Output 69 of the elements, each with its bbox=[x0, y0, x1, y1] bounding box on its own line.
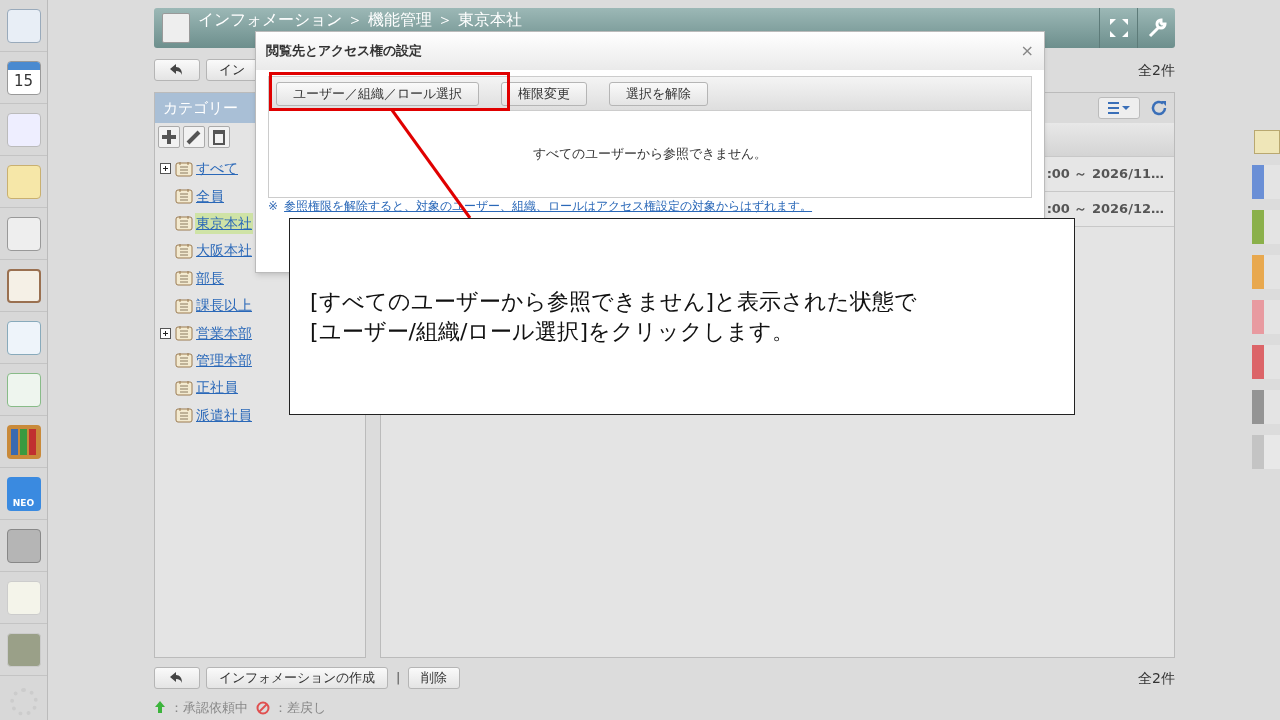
total-count: 全2件 bbox=[1138, 60, 1175, 80]
notepad-icon bbox=[175, 325, 193, 342]
expand-icon[interactable] bbox=[160, 327, 171, 339]
create-button[interactable]: インフォメーションの作成 bbox=[206, 667, 388, 689]
breadcrumb: インフォメーション ＞ 機能管理 ＞ 東京本社 bbox=[198, 11, 524, 29]
notepad-icon bbox=[175, 188, 193, 205]
notepad-icon bbox=[175, 379, 193, 396]
dialog-button[interactable]: ユーザー／組織／ロール選択 bbox=[276, 81, 479, 106]
category-link[interactable]: 大阪本社 bbox=[195, 240, 253, 262]
back-arrow-icon bbox=[170, 672, 184, 684]
dialog-button[interactable]: 権限変更 bbox=[501, 81, 587, 106]
color-tab[interactable] bbox=[1252, 210, 1280, 244]
category-link[interactable]: 営業本部 bbox=[195, 322, 253, 344]
dialog-title: 閲覧先とアクセス権の設定 bbox=[266, 42, 423, 61]
add-icon bbox=[159, 127, 179, 147]
back-button[interactable] bbox=[154, 667, 200, 689]
up-arrow-icon bbox=[154, 700, 166, 715]
add-button[interactable] bbox=[158, 126, 180, 148]
notepad-icon bbox=[175, 297, 193, 314]
category-link[interactable]: 正社員 bbox=[195, 377, 239, 399]
notepad-icon bbox=[175, 407, 193, 424]
period-cell-text: :00 ～ 2026/12… bbox=[1046, 200, 1164, 219]
category-link[interactable]: 派遣社員 bbox=[195, 404, 253, 426]
notepad-icon bbox=[175, 270, 193, 287]
notepad-icon bbox=[175, 160, 193, 177]
color-tab[interactable] bbox=[1252, 390, 1280, 424]
delete-button[interactable]: 削除 bbox=[408, 667, 461, 689]
photo-placeholder[interactable] bbox=[6, 632, 41, 667]
category-link[interactable]: 課長以上 bbox=[195, 295, 253, 317]
notepad-icon bbox=[175, 215, 193, 232]
dialog-button[interactable]: 選択を解除 bbox=[609, 81, 708, 106]
pencil-button[interactable] bbox=[183, 126, 205, 148]
category-link[interactable]: 管理本部 bbox=[195, 349, 253, 371]
callout-text: [ユーザー/組織/ロール選択]をクリックします。 bbox=[310, 317, 795, 346]
empty-message: すべてのユーザーから参照できません。 bbox=[533, 145, 767, 164]
note-mark: ※ bbox=[268, 199, 279, 213]
color-tab[interactable] bbox=[1252, 165, 1280, 199]
binders-icon[interactable] bbox=[6, 424, 41, 459]
total-count: 全2件 bbox=[1138, 668, 1175, 688]
sticky-note-icon[interactable] bbox=[6, 164, 41, 199]
wrench-icon bbox=[1146, 18, 1167, 38]
separator-text: | bbox=[395, 669, 402, 688]
notepad-icon bbox=[175, 352, 193, 369]
prohibited-icon bbox=[256, 700, 270, 715]
fullscreen-icon bbox=[1108, 18, 1129, 38]
legend-label: ：差戻し bbox=[274, 699, 326, 717]
color-tab[interactable] bbox=[1252, 255, 1280, 289]
expand-icon[interactable] bbox=[160, 163, 171, 175]
back-button[interactable] bbox=[154, 59, 200, 81]
neo-app-icon[interactable]: NEO bbox=[6, 476, 41, 511]
color-tab[interactable] bbox=[1252, 300, 1280, 334]
trash-button[interactable] bbox=[208, 126, 230, 148]
memo-icon[interactable] bbox=[1254, 130, 1280, 154]
category-link[interactable]: 部長 bbox=[195, 267, 225, 289]
refresh-icon[interactable] bbox=[1150, 99, 1168, 117]
color-tab[interactable] bbox=[1252, 345, 1280, 379]
menu-icon bbox=[1108, 102, 1130, 114]
legend-label: ：承認依頼中 bbox=[170, 699, 248, 717]
close-button[interactable]: × bbox=[1020, 39, 1034, 63]
category-link[interactable]: 東京本社 bbox=[195, 212, 253, 234]
back-arrow-icon bbox=[170, 64, 184, 76]
category-link[interactable]: 全員 bbox=[195, 185, 225, 207]
calendar-icon[interactable]: 15 bbox=[6, 60, 41, 95]
period-cell-text: :00 ～ 2026/11… bbox=[1046, 165, 1164, 184]
view-menu-button[interactable] bbox=[1098, 97, 1140, 119]
callout-text: [すべてのユーザーから参照できません]と表示された状態で bbox=[310, 287, 919, 316]
panel-title: カテゴリー bbox=[163, 97, 238, 119]
category-link[interactable]: すべて bbox=[195, 158, 239, 180]
notepad-icon bbox=[175, 242, 193, 259]
